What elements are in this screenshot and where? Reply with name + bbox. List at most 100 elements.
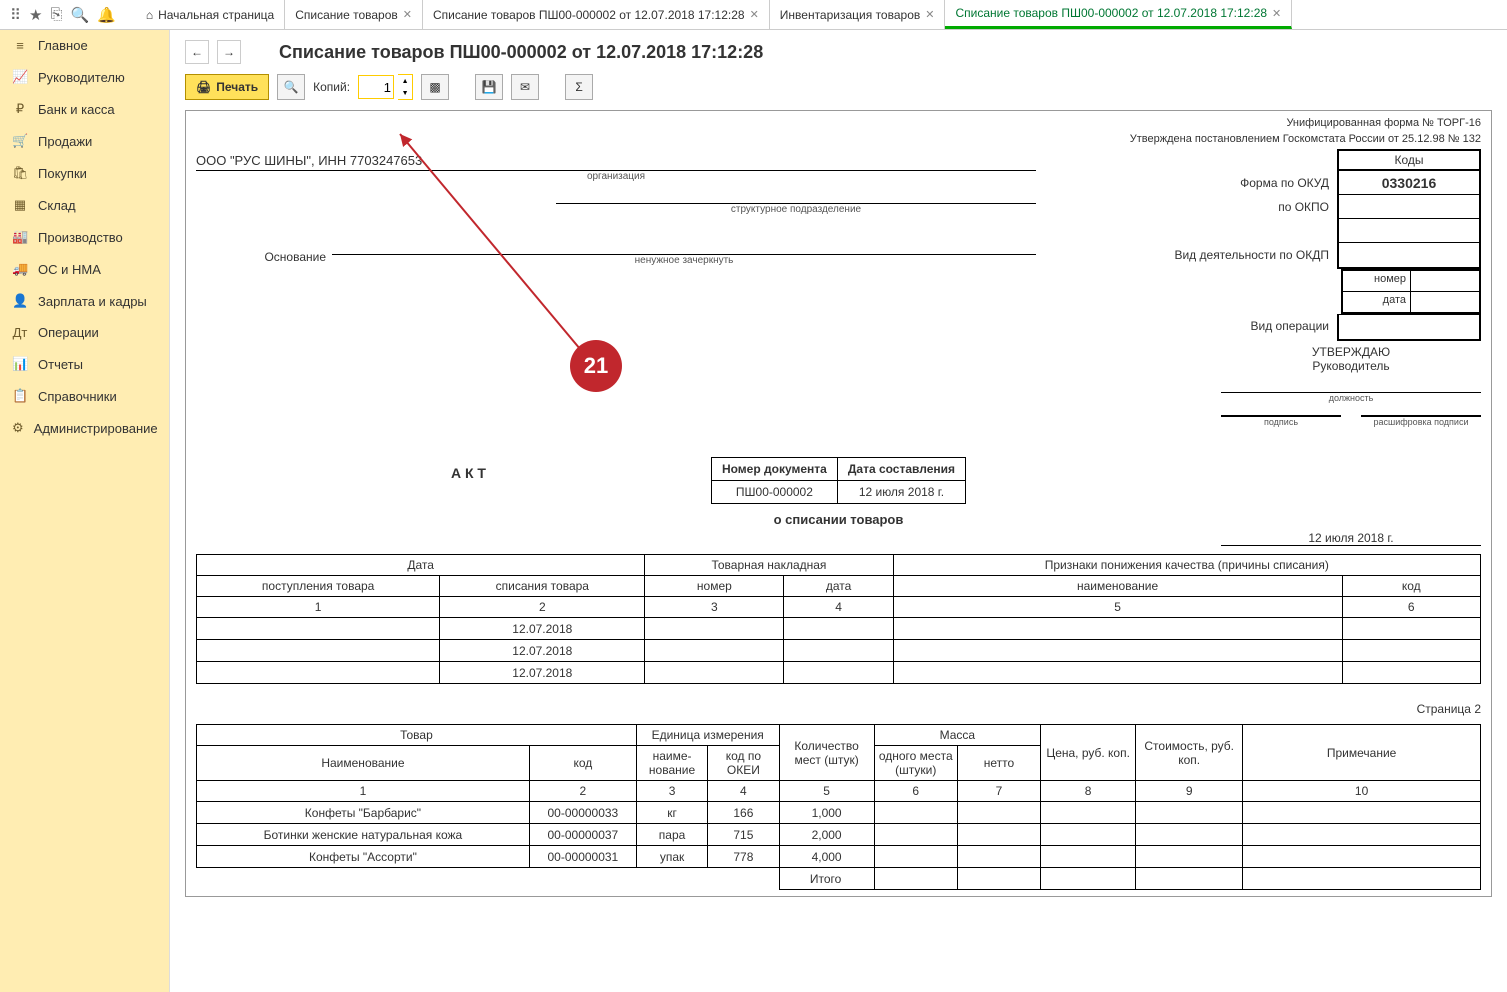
close-icon[interactable]: ✕ bbox=[403, 8, 412, 21]
table2: Товар Единица измерения Количество мест … bbox=[196, 724, 1481, 890]
sidebar-label: Руководителю bbox=[38, 70, 125, 85]
close-icon[interactable]: ✕ bbox=[925, 8, 934, 21]
docdate-hdr: Дата составления bbox=[837, 458, 965, 481]
home-icon: ⌂ bbox=[146, 8, 153, 22]
basis-line bbox=[332, 237, 1036, 255]
sidebar-icon: 🚚 bbox=[12, 261, 28, 277]
table2-total: Итого bbox=[779, 868, 874, 890]
sidebar-label: Администрирование bbox=[34, 421, 158, 436]
oper-value bbox=[1339, 315, 1479, 339]
org-name: ООО "РУС ШИНЫ", ИНН 7703247653 bbox=[196, 153, 1036, 171]
basis-label: Основание bbox=[196, 250, 326, 266]
sidebar-icon: Дт bbox=[12, 325, 28, 340]
tab-label: Инвентаризация товаров bbox=[780, 8, 920, 22]
spin-down[interactable]: ▼ bbox=[398, 87, 412, 99]
sidebar-item[interactable]: ⚙Администрирование bbox=[0, 412, 169, 444]
content: ← → Списание товаров ПШ00-000002 от 12.0… bbox=[170, 30, 1507, 992]
okpo-label: по ОКПО bbox=[1278, 195, 1329, 219]
sidebar-item[interactable]: 📋 Справочники bbox=[0, 380, 169, 412]
close-icon[interactable]: ✕ bbox=[750, 8, 759, 21]
sidebar-icon: ≡ bbox=[12, 38, 28, 53]
sidebar: ≡ Главное 📈 Руководителю ₽Банк и касса🛒Прода… bbox=[0, 30, 170, 992]
sidebar-icon: 🏭 bbox=[12, 229, 28, 245]
sidebar-item[interactable]: 🛍Покупки bbox=[0, 157, 169, 189]
spin-up[interactable]: ▲ bbox=[398, 75, 412, 87]
oper-label: Вид операции bbox=[1250, 314, 1329, 338]
sidebar-item[interactable]: 🛒Продажи bbox=[0, 125, 169, 157]
docnum-table: Номер документаДата составления ПШ00-000… bbox=[711, 457, 966, 504]
mail-button[interactable]: ✉ bbox=[511, 74, 539, 100]
basis-caption: ненужное зачеркнуть bbox=[332, 255, 1036, 266]
sidebar-item[interactable]: 📊 Отчеты bbox=[0, 348, 169, 380]
tab[interactable]: Списание товаров ПШ00-000002 от 12.07.20… bbox=[945, 0, 1292, 29]
nav-fwd-button[interactable]: → bbox=[217, 40, 241, 64]
sidebar-icon: 📋 bbox=[12, 388, 28, 404]
mini-date-label: дата bbox=[1343, 292, 1411, 312]
table-row: Конфеты "Ассорти"00-00000031упак7784,000 bbox=[197, 846, 1481, 868]
approve-block: УТВЕРЖДАЮ Руководитель должность подпись… bbox=[1221, 345, 1481, 427]
sidebar-label: Производство bbox=[38, 230, 123, 245]
approve-pos-cap: должность bbox=[1221, 393, 1481, 403]
okud-label: Форма по ОКУД bbox=[1240, 171, 1329, 195]
table-row: 12.07.2018 bbox=[197, 640, 1481, 662]
mini-num-label: номер bbox=[1343, 271, 1411, 291]
printer-icon: 🖨 bbox=[196, 80, 211, 94]
sidebar-label: Главное bbox=[38, 38, 88, 53]
sidebar-icon: 🛍 bbox=[12, 165, 28, 181]
document-area: Унифицированная форма № ТОРГ-16 Утвержде… bbox=[185, 110, 1492, 897]
page2-label: Страница 2 bbox=[196, 702, 1481, 716]
top-date: 12 июля 2018 г. bbox=[1221, 531, 1481, 546]
sum-button[interactable]: Σ bbox=[565, 74, 593, 100]
apps-icon[interactable]: ⠿ bbox=[10, 6, 21, 24]
table-row: Конфеты "Барбарис"00-00000033кг1661,000 bbox=[197, 802, 1481, 824]
print-button[interactable]: 🖨 Печать bbox=[185, 74, 269, 100]
sidebar-icon: 👤 bbox=[12, 293, 28, 309]
tab[interactable]: Инвентаризация товаров ✕ bbox=[770, 0, 946, 29]
copies-input[interactable] bbox=[358, 75, 394, 99]
codes-box: Коды 0330216 bbox=[1337, 149, 1481, 269]
tab[interactable]: ⌂Начальная страница bbox=[126, 0, 285, 29]
sidebar-item[interactable]: ≡ Главное bbox=[0, 30, 169, 61]
topbar: ⠿ ★ ⎘ 🔍 🔔 ⌂Начальная страницаСписание то… bbox=[0, 0, 1507, 30]
nav-back-button[interactable]: ← bbox=[185, 40, 209, 64]
sidebar-item[interactable]: 📈 Руководителю bbox=[0, 61, 169, 93]
approve-title: УТВЕРЖДАЮ bbox=[1221, 345, 1481, 359]
table-row: Ботинки женские натуральная кожа00-00000… bbox=[197, 824, 1481, 846]
tab[interactable]: Списание товаров✕ bbox=[285, 0, 423, 29]
sidebar-item[interactable]: ДтОперации bbox=[0, 317, 169, 348]
docdate-val: 12 июля 2018 г. bbox=[837, 481, 965, 504]
docnum-hdr: Номер документа bbox=[711, 458, 837, 481]
tab[interactable]: Списание товаров ПШ00-000002 от 12.07.20… bbox=[423, 0, 770, 29]
pin-icon[interactable]: ⎘ bbox=[50, 6, 62, 23]
table1: Дата Товарная накладная Признаки понижен… bbox=[196, 554, 1481, 684]
star-icon[interactable]: ★ bbox=[29, 6, 42, 24]
save-button[interactable]: 💾 bbox=[475, 74, 503, 100]
sidebar-icon: ₽ bbox=[12, 101, 28, 117]
sidebar-icon: ▦ bbox=[12, 197, 28, 213]
sidebar-item[interactable]: ₽Банк и касса bbox=[0, 93, 169, 125]
print-label: Печать bbox=[216, 80, 258, 94]
akt-sub: о списании товаров bbox=[196, 512, 1481, 527]
sidebar-label: Продажи bbox=[38, 134, 92, 149]
bell-icon[interactable]: 🔔 bbox=[97, 6, 116, 24]
table-row: 12.07.2018 bbox=[197, 618, 1481, 640]
preview-button[interactable]: 🔍 bbox=[277, 74, 305, 100]
approve-sign-cap: подпись bbox=[1221, 417, 1341, 427]
annotation-marker: 21 bbox=[570, 340, 622, 392]
close-icon[interactable]: ✕ bbox=[1272, 7, 1281, 20]
settings-button[interactable]: ▩ bbox=[421, 74, 449, 100]
sidebar-icon: 📊 bbox=[12, 356, 28, 372]
sidebar-label: Отчеты bbox=[38, 357, 83, 372]
dept-line bbox=[556, 186, 1036, 204]
search-icon[interactable]: 🔍 bbox=[70, 6, 89, 24]
sidebar-item[interactable]: ▦Склад bbox=[0, 189, 169, 221]
sidebar-icon: 📈 bbox=[12, 69, 28, 85]
sidebar-label: Справочники bbox=[38, 389, 117, 404]
sidebar-item[interactable]: 🚚ОС и НМА bbox=[0, 253, 169, 285]
okpo-value bbox=[1339, 195, 1479, 219]
tab-label: Списание товаров ПШ00-000002 от 12.07.20… bbox=[433, 8, 745, 22]
dept-caption: структурное подразделение bbox=[556, 204, 1036, 215]
sidebar-item[interactable]: 🏭 Производство bbox=[0, 221, 169, 253]
sidebar-item[interactable]: 👤Зарплата и кадры bbox=[0, 285, 169, 317]
mini-codes: номер дата bbox=[1341, 269, 1481, 314]
